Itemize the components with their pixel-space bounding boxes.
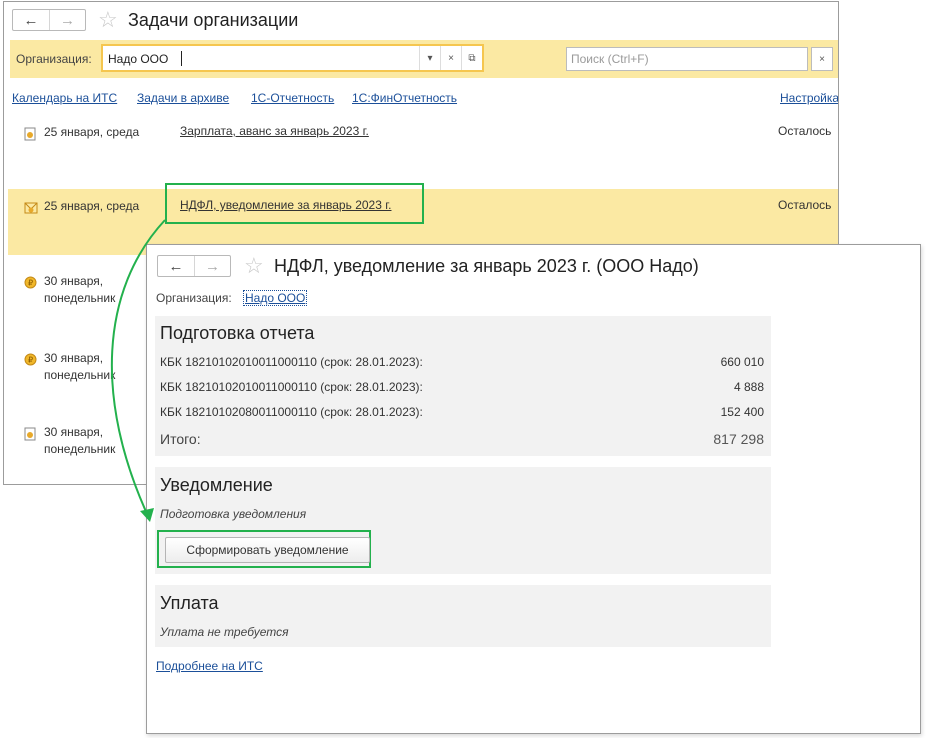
arrow-curve [110,219,166,517]
arrow-head-icon [140,508,154,522]
annotation-arrow [110,219,166,522]
